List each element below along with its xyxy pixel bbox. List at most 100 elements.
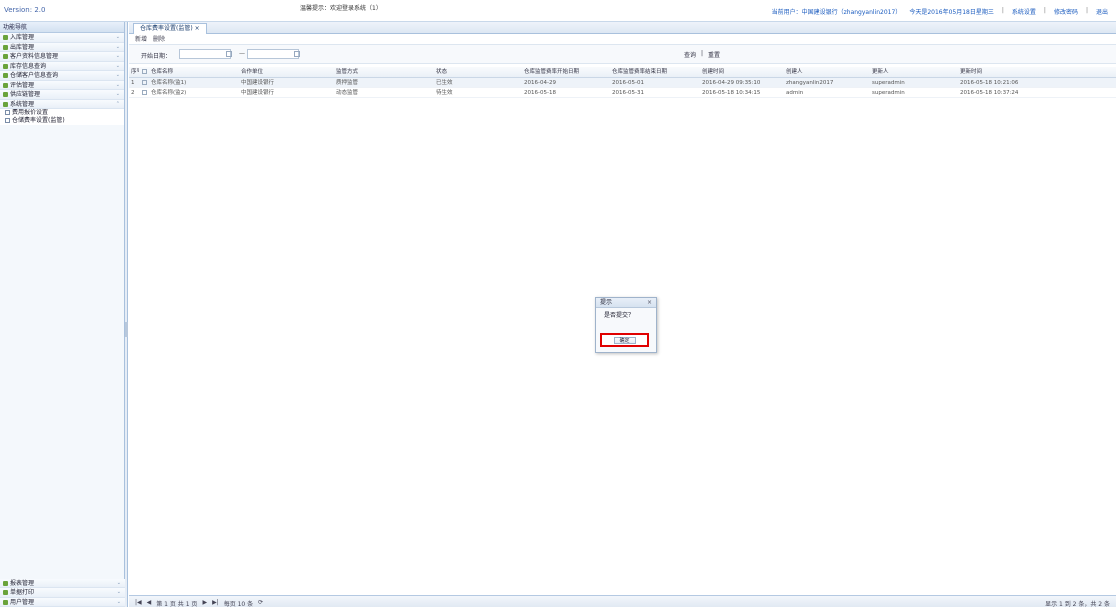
chevron-down-icon: ⌄	[115, 43, 120, 50]
folder-icon	[3, 63, 8, 69]
sidebar-title: 功能导航	[0, 22, 124, 33]
app-version: Version: 2.0	[4, 6, 46, 14]
refresh-icon[interactable]: ⟳	[258, 599, 263, 607]
sidebar-item-label: 出库管理	[10, 43, 35, 51]
splitter-grip[interactable]	[125, 322, 128, 337]
column-header[interactable]: 更新人	[869, 67, 957, 77]
row-checkbox[interactable]	[139, 88, 148, 97]
current-user-link[interactable]: 当前用户：中国建设银行（zhangyanlin2017）	[772, 7, 902, 16]
folder-icon	[3, 590, 8, 595]
column-header[interactable]: 序号	[129, 67, 139, 77]
sidebar-item-label: 单据打印	[10, 589, 35, 596]
calendar-icon[interactable]	[226, 51, 232, 57]
table-cell: 2016-05-18	[524, 90, 556, 96]
prev-page-icon[interactable]: ◀	[147, 599, 152, 607]
column-header[interactable]: 仓库监管费率结束日期	[609, 67, 699, 77]
header-links: 当前用户：中国建设银行（zhangyanlin2017） 今天是2016年05月…	[772, 7, 1108, 16]
separator: |	[1043, 7, 1046, 14]
sidebar: 功能导航 入库管理 ⌄ 出库管理 ⌄ 客户资料信息管理 ⌄ 库存信息查询 ⌄ 仓储客户信…	[0, 22, 125, 607]
tab-storage-rate[interactable]: 仓库费率设置(监管) ×	[133, 23, 207, 34]
last-page-icon[interactable]: ▶|	[212, 599, 219, 607]
page-size-select[interactable]: 每页 10 条	[224, 599, 253, 607]
chevron-up-icon: ⌃	[115, 100, 120, 107]
data-grid: 序号 仓库名称 合作单位 监管方式 状态 仓库监管费率开始日期 仓库监管费率结束…	[129, 67, 1116, 98]
close-icon[interactable]: ×	[647, 298, 652, 308]
sidebar-item-supply-chain[interactable]: 供应链管理 ⌄	[0, 90, 124, 100]
table-row[interactable]: 1 仓库名称(监1) 中国建设银行 质押监管 已生效 2016-04-29 20…	[129, 78, 1116, 88]
grid-header: 序号 仓库名称 合作单位 监管方式 状态 仓库监管费率开始日期 仓库监管费率结束…	[129, 67, 1116, 78]
delete-button[interactable]: 删除	[153, 34, 165, 44]
table-cell: zhangyanlin2017	[786, 80, 834, 86]
filter-buttons: 查询 | 重置	[684, 50, 720, 59]
sidebar-item-warehouse-customers[interactable]: 仓储客户信息查询 ⌄	[0, 71, 124, 81]
row-number: 1	[131, 80, 135, 86]
select-all-checkbox[interactable]	[139, 67, 148, 77]
folder-icon	[3, 44, 8, 50]
sidebar-item-users[interactable]: 用户管理 ⌄	[0, 597, 125, 607]
column-header[interactable]: 状态	[433, 67, 521, 77]
sidebar-item-label: 用户管理	[10, 598, 35, 606]
start-date-to-input[interactable]	[247, 49, 299, 59]
chevron-down-icon: ⌄	[116, 589, 121, 595]
chevron-down-icon: ⌄	[115, 34, 120, 40]
chevron-down-icon: ⌄	[115, 53, 120, 59]
column-header[interactable]: 仓库名称	[148, 67, 238, 77]
sidebar-item-label: 入库管理	[10, 34, 35, 41]
sidebar-subitem-storage-rate[interactable]: 仓储费率设置(监管)	[0, 117, 124, 125]
sidebar-bottom: 报表管理 ⌄ 单据打印 ⌄ 用户管理 ⌄	[0, 578, 125, 607]
start-date-from-input[interactable]	[179, 49, 231, 59]
chevron-down-icon: ⌄	[116, 598, 121, 605]
folder-icon	[3, 82, 8, 88]
first-page-icon[interactable]: |◀	[135, 599, 142, 607]
pager-controls: |◀ ◀ 第 1 页 共 1 页 ▶ ▶| 每页 10 条 ⟳	[135, 599, 263, 607]
chevron-down-icon: ⌄	[115, 91, 120, 97]
search-button[interactable]: 查询	[684, 50, 696, 59]
column-header[interactable]: 更新时间	[957, 67, 1047, 77]
logout-link[interactable]: 退出	[1096, 7, 1108, 16]
table-cell: 中国建设银行	[241, 80, 275, 86]
sidebar-item-customers[interactable]: 客户资料信息管理 ⌄	[0, 52, 124, 62]
table-cell: 2016-04-29	[524, 80, 556, 86]
folder-icon	[3, 73, 8, 78]
table-cell: 仓库名称(监2)	[151, 90, 187, 96]
sidebar-item-assessment[interactable]: 评估管理 ⌄	[0, 80, 124, 90]
system-notice: 温馨提示：欢迎登录系统（1）	[300, 5, 382, 12]
sidebar-item-label: 供应链管理	[10, 91, 41, 98]
sidebar-item-outbound[interactable]: 出库管理 ⌄	[0, 42, 124, 52]
table-cell: superadmin	[872, 90, 905, 96]
table-row[interactable]: 2 仓库名称(监2) 中国建设银行 动态监管 待生效 2016-05-18 20…	[129, 88, 1116, 98]
top-bar: Version: 2.0 温馨提示：欢迎登录系统（1） 当前用户：中国建设银行（…	[0, 0, 1116, 22]
column-header[interactable]: 监管方式	[333, 67, 433, 77]
table-cell: 2016-05-31	[612, 90, 644, 96]
table-cell: 2016-05-18 10:21:06	[960, 80, 1019, 86]
confirm-button[interactable]: 确定	[613, 337, 636, 344]
document-icon	[5, 110, 10, 115]
reset-button[interactable]: 重置	[708, 50, 720, 59]
sidebar-item-system[interactable]: 系统管理 ⌃	[0, 99, 124, 109]
folder-icon	[3, 580, 8, 586]
page-indicator[interactable]: 第 1 页 共 1 页	[156, 599, 197, 607]
sidebar-subitem-label: 费用报价设置	[12, 109, 49, 116]
sidebar-item-reports[interactable]: 报表管理 ⌄	[0, 578, 125, 588]
column-header[interactable]: 创建人	[783, 67, 869, 77]
settings-link[interactable]: 系统设置	[1012, 7, 1036, 16]
sidebar-item-print[interactable]: 单据打印 ⌄	[0, 588, 125, 598]
sidebar-splitter[interactable]	[125, 22, 128, 607]
tab-strip: 仓库费率设置(监管) ×	[129, 22, 1116, 34]
calendar-icon[interactable]	[294, 51, 300, 57]
column-header[interactable]: 合作单位	[238, 67, 333, 77]
row-checkbox[interactable]	[139, 78, 148, 87]
sidebar-item-inbound[interactable]: 入库管理 ⌄	[0, 33, 124, 43]
sidebar-item-label: 系统管理	[10, 100, 35, 108]
popup-title: 提示 ×	[596, 298, 656, 308]
sidebar-subitem-fee-quote[interactable]: 费用报价设置	[0, 109, 124, 117]
column-header[interactable]: 创建时间	[699, 67, 783, 77]
sidebar-item-label: 仓储客户信息查询	[10, 72, 59, 79]
sidebar-item-inventory[interactable]: 库存信息查询 ⌄	[0, 61, 124, 71]
change-password-link[interactable]: 修改密码	[1054, 7, 1078, 16]
add-button[interactable]: 新增	[135, 34, 147, 44]
toolbar: 新增 删除	[129, 34, 1116, 45]
next-page-icon[interactable]: ▶	[202, 599, 207, 607]
popup-title-text: 提示	[600, 299, 613, 306]
column-header[interactable]: 仓库监管费率开始日期	[521, 67, 609, 77]
